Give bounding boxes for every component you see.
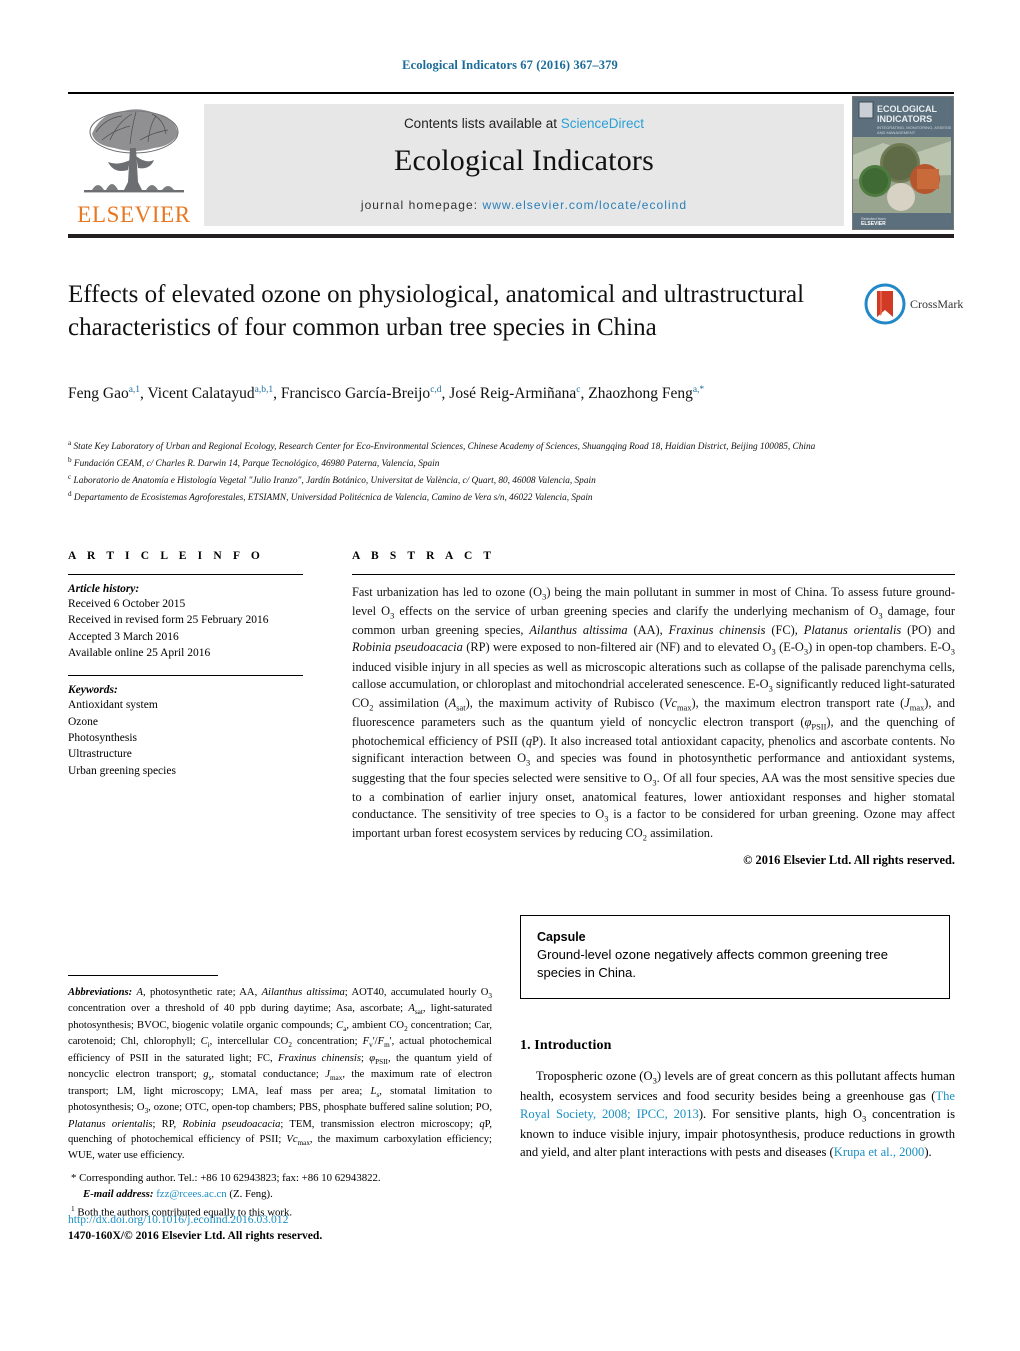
journal-title: Ecological Indicators [394, 144, 654, 177]
email-label: E-mail address: [83, 1187, 154, 1200]
doi-link[interactable]: http://dx.doi.org/10.1016/j.ecolind.2016… [68, 1212, 498, 1228]
issn-copyright-line: 1470-160X/© 2016 Elsevier Ltd. All right… [68, 1229, 323, 1243]
contents-prefix: Contents lists available at [403, 116, 561, 131]
article-history-3: Available online 25 April 2016 [68, 646, 211, 659]
article-history-0: Received 6 October 2015 [68, 598, 186, 610]
keywords-label: Keywords: [68, 684, 118, 697]
keyword-3: Ultrastructure [68, 748, 132, 761]
author-list: Feng Gaoa,1, Vicent Calatayuda,b,1, Fran… [68, 384, 705, 402]
contents-list-line: Contents lists available at ScienceDirec… [204, 116, 844, 131]
affiliation-line: c Laboratorio de Anatomía e Histología V… [68, 473, 596, 487]
abstract-text: Fast urbanization has led to ozone (O3) … [352, 585, 956, 843]
elsevier-logo: ELSEVIER [70, 102, 198, 228]
running-head: Ecological Indicators 67 (2016) 367–379 [402, 58, 618, 72]
article-history-1: Received in revised form 25 February 201… [68, 614, 269, 627]
masthead-top-rule [68, 92, 954, 94]
journal-cover-art: ECOLOGICAL INDICATORS INTEGRATING, MONIT… [853, 97, 953, 227]
introduction-section: 1. Introduction Tropospheric ozone (O3) … [520, 1038, 955, 1162]
masthead-bottom-rule [68, 234, 954, 238]
introduction-paragraph: Tropospheric ozone (O3) levels are of gr… [520, 1069, 955, 1160]
svg-text:ELSEVIER: ELSEVIER [861, 221, 886, 227]
capsule-title: Capsule [537, 930, 586, 944]
corresponding-author-text: Corresponding author. Tel.: +86 10 62943… [79, 1171, 381, 1184]
homepage-label: journal homepage: [360, 198, 483, 212]
masthead-banner: Contents lists available at ScienceDirec… [204, 104, 844, 226]
affiliation-list: a State Key Laboratory of Urban and Regi… [68, 438, 928, 507]
abstract-heading: A B S T R A C T [352, 550, 496, 562]
homepage-url-link[interactable]: www.elsevier.com/locate/ecolind [483, 198, 688, 212]
svg-text:ECOLOGICAL: ECOLOGICAL [877, 104, 938, 114]
crossmark-badge[interactable]: CrossMark [864, 283, 964, 325]
footer-doi-block: http://dx.doi.org/10.1016/j.ecolind.2016… [68, 1212, 498, 1245]
capsule-text: Ground-level ozone negatively affects co… [537, 947, 888, 980]
article-history-label: Article history: [68, 583, 140, 595]
email-owner: (Z. Feng). [229, 1187, 273, 1200]
page-title: Effects of elevated ozone on physiologic… [68, 281, 805, 341]
journal-masthead: ELSEVIER Contents lists available at Sci… [68, 92, 954, 240]
journal-article-page: Ecological Indicators 67 (2016) 367–379 [0, 0, 1020, 1351]
journal-homepage-line: journal homepage: www.elsevier.com/locat… [204, 198, 844, 212]
abbreviations-label: Abbreviations: [68, 987, 133, 998]
footnotes-block: Abbreviations: A, photosynthetic rate; A… [68, 975, 492, 1221]
svg-text:AND MANAGEMENT: AND MANAGEMENT [877, 130, 916, 135]
abstract-rule [352, 574, 955, 575]
corresponding-author-note: * Corresponding author. Tel.: +86 10 629… [68, 1170, 492, 1202]
abstract-block: A B S T R A C T Fast urbanization has le… [352, 550, 955, 868]
affiliation-line: d Departamento de Ecosistemas Agroforest… [68, 490, 593, 504]
keyword-1: Ozone [68, 715, 99, 728]
elsevier-tree-icon [84, 109, 184, 193]
email-link[interactable]: fzz@rcees.ac.cn [156, 1188, 226, 1200]
svg-text:INDICATORS: INDICATORS [877, 114, 932, 124]
affiliation-line: b Fundación CEAM, c/ Charles R. Darwin 1… [68, 456, 440, 470]
elsevier-wordmark: ELSEVIER [77, 202, 191, 227]
crossmark-label: CrossMark [910, 297, 964, 311]
article-info-block: A R T I C L E I N F O Article history: R… [68, 550, 318, 779]
asterisk-marker: * [71, 1171, 80, 1184]
article-info-rule [68, 574, 303, 575]
abbreviations-text: A, photosynthetic rate; AA, Ailanthus al… [68, 987, 493, 1162]
abbreviations-note: Abbreviations: A, photosynthetic rate; A… [68, 985, 492, 1164]
keyword-0: Antioxidant system [68, 699, 158, 712]
capsule-box: Capsule Ground-level ozone negatively af… [520, 915, 950, 999]
crossmark-icon [864, 283, 906, 325]
introduction-heading: 1. Introduction [520, 1038, 612, 1053]
affiliation-line: a State Key Laboratory of Urban and Regi… [68, 439, 816, 453]
keyword-4: Urban greening species [68, 764, 176, 777]
article-history-2: Accepted 3 March 2016 [68, 630, 179, 643]
journal-cover-thumbnail: ECOLOGICAL INDICATORS INTEGRATING, MONIT… [852, 96, 954, 230]
article-info-heading: A R T I C L E I N F O [68, 550, 264, 562]
footnote-rule [68, 975, 218, 976]
keywords-rule [68, 675, 303, 677]
sciencedirect-link[interactable]: ScienceDirect [561, 116, 644, 131]
abstract-copyright: © 2016 Elsevier Ltd. All rights reserved… [743, 853, 955, 868]
keyword-2: Photosynthesis [68, 731, 138, 744]
